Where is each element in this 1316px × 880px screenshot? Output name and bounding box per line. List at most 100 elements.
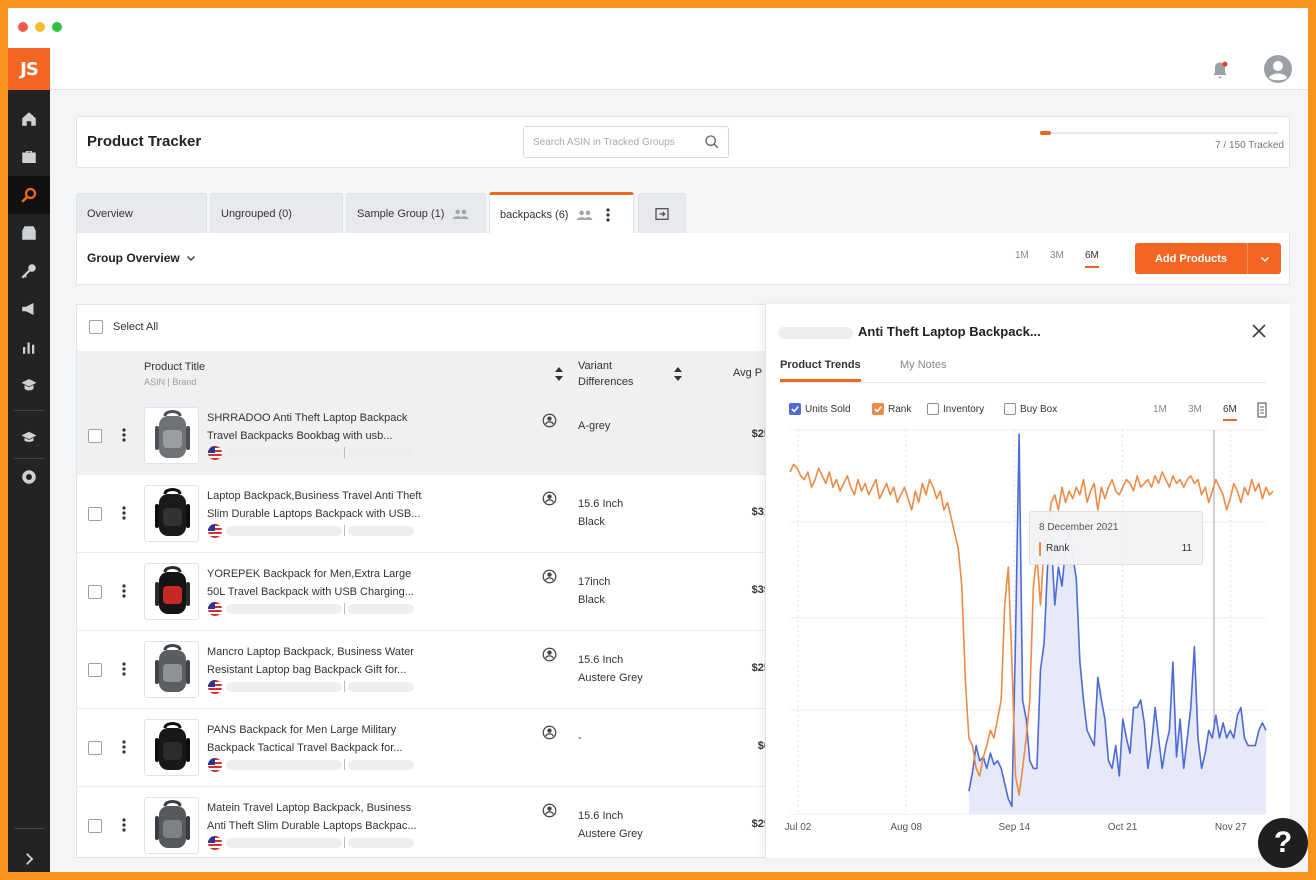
- row-checkbox[interactable]: [88, 507, 102, 521]
- option-inventory[interactable]: Inventory: [927, 403, 984, 415]
- add-products-dropdown[interactable]: [1247, 243, 1281, 274]
- sidebar: JS: [8, 48, 50, 872]
- search-box[interactable]: [523, 126, 729, 158]
- academy-icon[interactable]: [8, 366, 50, 404]
- product-thumbnail[interactable]: [144, 719, 199, 776]
- bar-chart-icon[interactable]: [8, 328, 50, 366]
- maximize-window-dot[interactable]: [52, 22, 62, 32]
- user-avatar-icon[interactable]: [1264, 55, 1292, 88]
- notification-bell-icon[interactable]: [1210, 60, 1230, 85]
- row-checkbox[interactable]: [88, 819, 102, 833]
- row-checkbox[interactable]: [88, 741, 102, 755]
- panel-title: Anti Theft Laptop Backpack...: [858, 324, 1041, 339]
- trend-chart[interactable]: Jul 02 Aug 08 Sep 14 Oct 21 Nov 27: [766, 424, 1291, 838]
- chart-menu-icon[interactable]: [1257, 402, 1267, 418]
- user-circle-icon[interactable]: [542, 413, 557, 428]
- us-flag-icon: [208, 524, 222, 538]
- table-row[interactable]: SHRRADOO Anti Theft Laptop Backpack Trave…: [77, 397, 777, 475]
- row-options-icon[interactable]: [121, 427, 127, 443]
- close-window-dot[interactable]: [18, 22, 28, 32]
- table-row[interactable]: PANS Backpack for Men Large Military Back…: [77, 709, 777, 787]
- select-all-checkbox[interactable]: [89, 320, 103, 334]
- user-circle-icon[interactable]: [542, 569, 557, 584]
- option-rank[interactable]: Rank: [872, 403, 911, 415]
- graduation-cap-icon[interactable]: [8, 418, 50, 456]
- option-units-sold[interactable]: Units Sold: [789, 403, 851, 415]
- row-options-icon[interactable]: [121, 817, 127, 833]
- separator: [344, 837, 345, 848]
- inventory-checkbox[interactable]: [927, 403, 939, 415]
- app-logo[interactable]: JS: [8, 48, 50, 90]
- tab-ungrouped[interactable]: Ungrouped (0): [210, 193, 343, 233]
- units-sold-checkbox[interactable]: [789, 403, 801, 415]
- product-title[interactable]: PANS Backpack for Men Large Military Back…: [207, 721, 477, 757]
- chart-range-6m[interactable]: 6M: [1223, 404, 1237, 421]
- user-circle-icon[interactable]: [542, 803, 557, 818]
- buy-box-checkbox[interactable]: [1004, 403, 1016, 415]
- product-title[interactable]: YOREPEK Backpack for Men,Extra Large 50L …: [207, 565, 477, 601]
- option-buy-box[interactable]: Buy Box: [1004, 403, 1057, 415]
- help-button[interactable]: ?: [1258, 818, 1308, 868]
- chrome-extension-icon[interactable]: [8, 458, 50, 496]
- add-products-button[interactable]: Add Products: [1135, 243, 1281, 274]
- user-circle-icon[interactable]: [542, 647, 557, 662]
- user-circle-icon[interactable]: [542, 491, 557, 506]
- close-icon[interactable]: [1251, 323, 1267, 344]
- tab-product-trends[interactable]: Product Trends: [780, 359, 861, 382]
- search-icon[interactable]: [704, 134, 720, 155]
- col-product-title[interactable]: Product Title ASIN | Brand: [144, 361, 205, 387]
- chart-range-1m[interactable]: 1M: [1153, 404, 1167, 415]
- row-options-icon[interactable]: [121, 583, 127, 599]
- range-6m[interactable]: 6M: [1085, 250, 1099, 268]
- product-image-placeholder: [778, 327, 853, 339]
- row-options-icon[interactable]: [121, 661, 127, 677]
- new-tab-button[interactable]: [638, 193, 686, 233]
- row-options-icon[interactable]: [121, 505, 127, 521]
- product-title[interactable]: Matein Travel Laptop Backpack, Business A…: [207, 799, 477, 835]
- row-checkbox[interactable]: [88, 429, 102, 443]
- search-input[interactable]: [524, 127, 694, 157]
- range-1m[interactable]: 1M: [1015, 250, 1029, 261]
- table-row[interactable]: Matein Travel Laptop Backpack, Business A…: [77, 787, 777, 857]
- product-thumbnail[interactable]: [144, 485, 199, 542]
- tab-options-icon[interactable]: [605, 207, 611, 223]
- store-icon[interactable]: [8, 214, 50, 252]
- table-row[interactable]: Laptop Backpack,Business Travel Anti The…: [77, 475, 777, 553]
- chart-range-3m[interactable]: 3M: [1188, 404, 1202, 415]
- key-icon[interactable]: [8, 252, 50, 290]
- rank-checkbox[interactable]: [872, 403, 884, 415]
- product-thumbnail[interactable]: [144, 563, 199, 620]
- product-thumbnail[interactable]: [144, 797, 199, 854]
- sort-icon[interactable]: [555, 367, 563, 381]
- sort-icon[interactable]: [674, 367, 682, 381]
- group-overview-dropdown[interactable]: Group Overview: [87, 251, 197, 265]
- select-all[interactable]: Select All: [89, 320, 158, 334]
- range-3m[interactable]: 3M: [1050, 250, 1064, 261]
- col-variant-differences[interactable]: Variant Differences: [578, 358, 633, 390]
- tracking-progress-bar: [1040, 131, 1278, 135]
- table-row[interactable]: YOREPEK Backpack for Men,Extra Large 50L …: [77, 553, 777, 631]
- expand-sidebar-icon[interactable]: [8, 840, 50, 872]
- briefcase-icon[interactable]: [8, 138, 50, 176]
- megaphone-icon[interactable]: [8, 290, 50, 328]
- product-thumbnail[interactable]: [144, 641, 199, 698]
- col-avg-price[interactable]: Avg P: [733, 367, 762, 379]
- minimize-window-dot[interactable]: [35, 22, 45, 32]
- row-checkbox[interactable]: [88, 585, 102, 599]
- tab-my-notes[interactable]: My Notes: [900, 359, 946, 371]
- panel-tab-divider: [778, 382, 1266, 383]
- product-title[interactable]: Mancro Laptop Backpack, Business Water Re…: [207, 643, 477, 679]
- user-circle-icon[interactable]: [542, 725, 557, 740]
- tab-sample-group[interactable]: Sample Group (1): [346, 193, 486, 233]
- separator: [344, 603, 345, 614]
- product-title[interactable]: Laptop Backpack,Business Travel Anti The…: [207, 487, 477, 523]
- product-search-icon[interactable]: [8, 176, 50, 214]
- product-title[interactable]: SHRRADOO Anti Theft Laptop Backpack Trave…: [207, 409, 477, 445]
- tab-backpacks[interactable]: backpacks (6): [489, 192, 634, 234]
- row-options-icon[interactable]: [121, 739, 127, 755]
- table-row[interactable]: Mancro Laptop Backpack, Business Water Re…: [77, 631, 777, 709]
- home-icon[interactable]: [8, 100, 50, 138]
- tab-overview[interactable]: Overview: [76, 193, 207, 233]
- row-checkbox[interactable]: [88, 663, 102, 677]
- product-thumbnail[interactable]: [144, 407, 199, 464]
